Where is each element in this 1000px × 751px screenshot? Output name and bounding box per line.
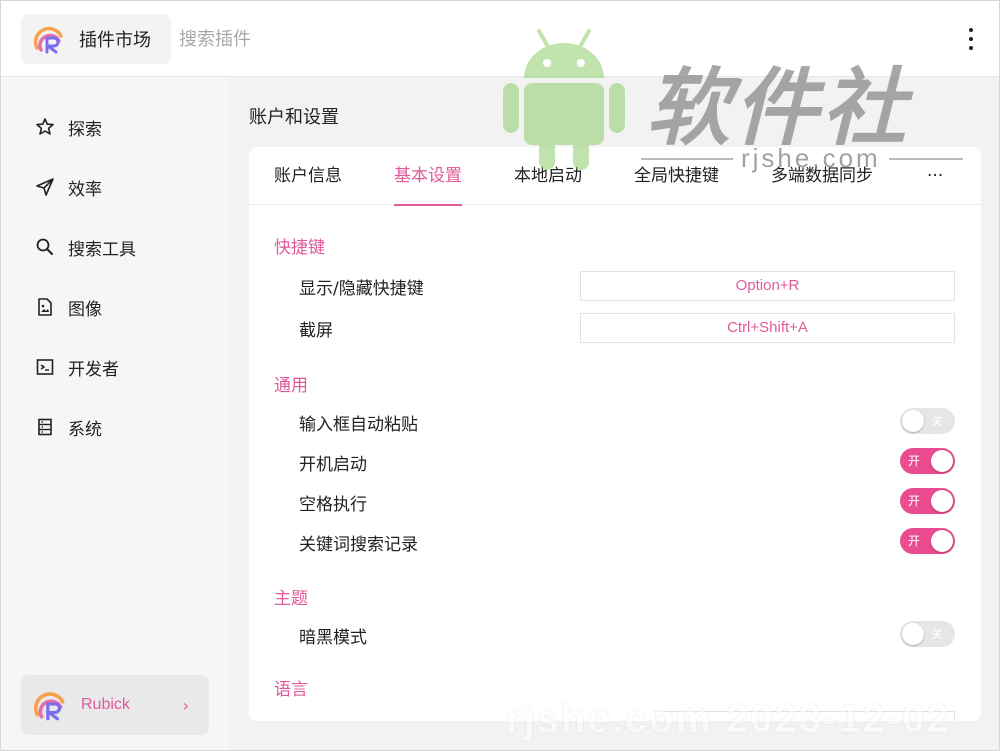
search-icon [34,236,56,258]
screenshot-shortcut-field[interactable]: Ctrl+Shift+A [580,313,955,343]
toggle-text: 关 [931,627,944,641]
sidebar-item-label: 系统 [68,419,102,440]
sidebar-item-efficiency[interactable]: 效率 [21,167,211,207]
toggle-knob [902,410,924,432]
watermark-domain: rjshe.com [741,143,881,173]
avatar [33,692,65,721]
image-file-icon [34,296,56,318]
setting-label: 空格执行 [299,495,367,515]
section-title-theme: 主题 [274,589,308,609]
setting-label: 输入框自动粘贴 [299,415,418,435]
sidebar-item-label: 探索 [68,119,102,140]
tab-account-info[interactable]: 账户信息 [274,147,342,205]
page-title: 账户和设置 [249,107,339,128]
sidebar: 探索 效率 搜索工具 图像 开发者 系统 Rubick › [1,77,229,750]
sidebar-item-image[interactable]: 图像 [21,287,211,327]
search-history-toggle[interactable]: 开 [900,528,955,554]
settings-card: 账户信息 基本设置 本地启动 全局快捷键 多端数据同步 ··· 快捷键 显示/隐… [249,147,981,721]
sidebar-item-system[interactable]: 系统 [21,407,211,447]
user-account-button[interactable]: Rubick › [21,675,209,735]
user-name: Rubick [81,696,130,713]
dark-mode-toggle[interactable]: 关 [900,621,955,647]
setting-label: 关键词搜索记录 [299,535,418,555]
sidebar-item-label: 图像 [68,299,102,320]
watermark-divider [889,158,963,160]
star-icon [34,116,56,138]
sidebar-item-label: 搜索工具 [68,239,136,260]
sidebar-item-label: 效率 [68,179,102,200]
launch-at-startup-toggle[interactable]: 开 [900,448,955,474]
setting-label: 显示/隐藏快捷键 [299,279,424,299]
toggle-text: 开 [908,494,921,508]
setting-label: 开机启动 [299,455,367,475]
main-panel: 账户和设置 账户信息 基本设置 本地启动 全局快捷键 多端数据同步 ··· 快捷… [229,77,999,750]
sidebar-item-label: 开发者 [68,359,119,380]
chevron-right-icon: › [182,695,189,715]
setting-label: 截屏 [299,321,333,341]
brand-title: 插件市场 [79,30,151,51]
setting-label: 暗黑模式 [299,628,367,648]
sidebar-item-developer[interactable]: 开发者 [21,347,211,387]
toggle-knob [931,490,953,512]
more-options-icon[interactable] [956,23,986,55]
section-title-shortcut: 快捷键 [274,238,325,258]
auto-paste-toggle[interactable]: 关 [900,408,955,434]
toggle-knob [931,530,953,552]
toggle-knob [931,450,953,472]
app-window: 插件市场 探索 效率 搜索工具 [0,0,1000,751]
search-input[interactable] [179,23,479,55]
toggle-window-shortcut-field[interactable]: Option+R [580,271,955,301]
tab-basic-settings[interactable]: 基本设置 [394,147,462,206]
plugin-market-button[interactable]: 插件市场 [21,14,171,64]
toggle-text: 开 [908,534,921,548]
send-icon [34,176,56,198]
section-title-language: 语言 [274,680,308,700]
toggle-knob [902,623,924,645]
sidebar-item-explore[interactable]: 探索 [21,107,211,147]
system-icon [34,416,56,438]
toggle-text: 关 [931,414,944,428]
space-execute-toggle[interactable]: 开 [900,488,955,514]
watermark-bottom-text: rjshe.com 2023-12-02 [506,697,951,741]
terminal-icon [34,356,56,378]
sidebar-item-search-tools[interactable]: 搜索工具 [21,227,211,267]
rubick-logo-icon [33,26,63,54]
toggle-text: 开 [908,454,921,468]
watermark-divider [641,158,733,160]
android-watermark-icon [503,29,625,170]
section-title-general: 通用 [274,376,308,396]
tab-more-icon[interactable]: ··· [927,147,943,205]
